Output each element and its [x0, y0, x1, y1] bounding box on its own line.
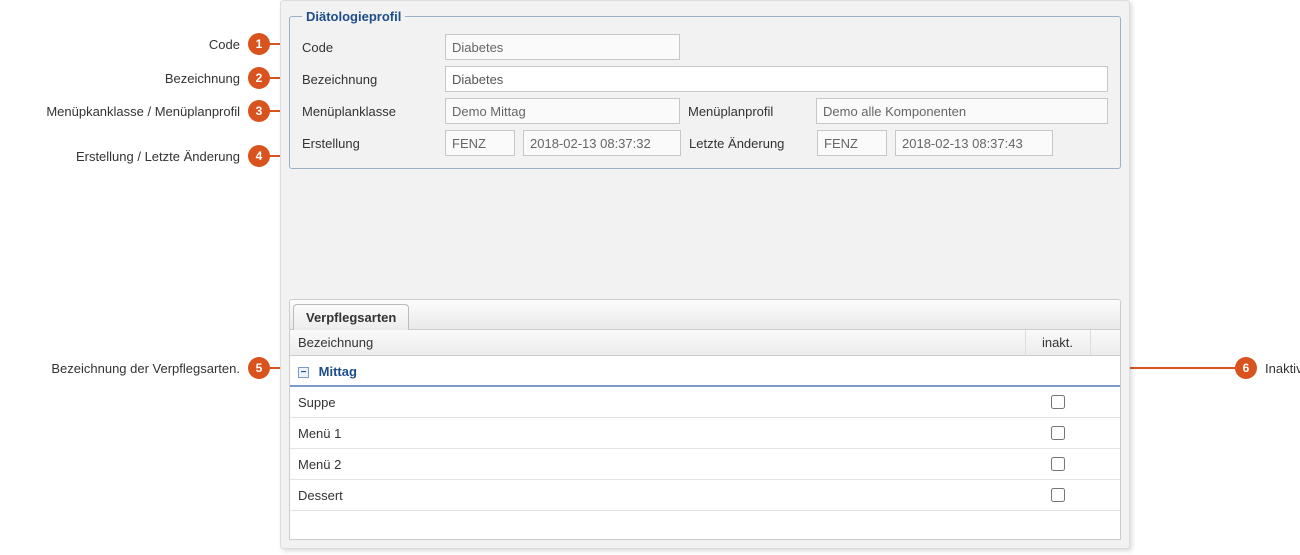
label-menuplanprofil: Menüplanprofil [688, 104, 808, 119]
row-label: Menü 2 [290, 449, 1025, 480]
inakt-checkbox[interactable] [1051, 426, 1065, 440]
callout-label-6: Inaktiv setzen [1265, 361, 1300, 376]
row-label: Suppe [290, 386, 1025, 418]
inakt-checkbox[interactable] [1051, 488, 1065, 502]
table-row: Menü 1 [290, 418, 1120, 449]
aenderung-ts-field [895, 130, 1053, 156]
callout-label-5: Bezeichnung der Verpflegsarten. [51, 361, 240, 376]
label-bezeichnung: Bezeichnung [302, 72, 437, 87]
col-inakt[interactable]: inakt. [1025, 330, 1090, 356]
table-row: Menü 2 [290, 449, 1120, 480]
erstellung-user-field [445, 130, 515, 156]
col-spacer [1090, 330, 1120, 356]
table-row: Dessert [290, 480, 1120, 511]
main-panel: Diätologieprofil Code Bezeichnung Menüpl… [280, 0, 1130, 549]
menuplanprofil-field[interactable] [816, 98, 1108, 124]
callout-label-1: Code [209, 37, 240, 52]
tab-bar: Verpflegsarten [289, 299, 1121, 329]
label-erstellung: Erstellung [302, 136, 437, 151]
table-row: Suppe [290, 386, 1120, 418]
row-label: Dessert [290, 480, 1025, 511]
bezeichnung-field[interactable] [445, 66, 1108, 92]
label-letzte-aenderung: Letzte Änderung [689, 136, 809, 151]
fieldset-legend: Diätologieprofil [302, 9, 405, 24]
inakt-checkbox[interactable] [1051, 457, 1065, 471]
callout-label-4: Erstellung / Letzte Änderung [76, 149, 240, 164]
aenderung-user-field [817, 130, 887, 156]
dietology-profile-fieldset: Diätologieprofil Code Bezeichnung Menüpl… [289, 9, 1121, 169]
verpflegsarten-table-wrap: Bezeichnung inakt. − Mittag Suppe [289, 329, 1121, 540]
callout-label-3: Menüpkanklasse / Menüplanprofil [46, 104, 240, 119]
label-menuplanklasse: Menüplanklasse [302, 104, 437, 119]
tab-verpflegsarten[interactable]: Verpflegsarten [293, 304, 409, 330]
col-bezeichnung[interactable]: Bezeichnung [290, 330, 1025, 356]
callout-label-2: Bezeichnung [165, 71, 240, 86]
verpflegsarten-table: Bezeichnung inakt. − Mittag Suppe [290, 330, 1120, 511]
menuplanklasse-field[interactable] [445, 98, 680, 124]
collapse-icon[interactable]: − [298, 367, 309, 378]
code-field[interactable] [445, 34, 680, 60]
group-label: Mittag [319, 364, 357, 379]
erstellung-ts-field [523, 130, 681, 156]
inakt-checkbox[interactable] [1051, 395, 1065, 409]
label-code: Code [302, 40, 437, 55]
row-label: Menü 1 [290, 418, 1025, 449]
